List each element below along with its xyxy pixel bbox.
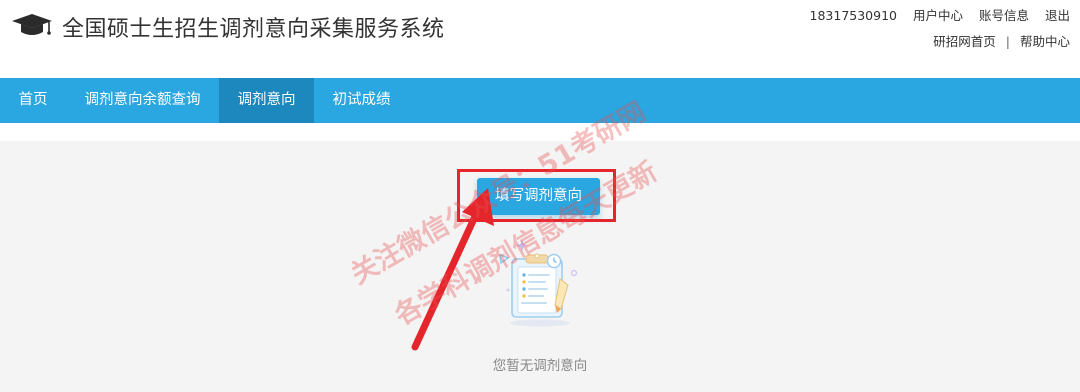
logout-link[interactable]: 退出 xyxy=(1045,8,1070,23)
fill-intention-button[interactable]: 填写调剂意向 xyxy=(477,178,600,215)
nav-item-initial-scores[interactable]: 初试成绩 xyxy=(314,78,409,123)
app-title: 全国硕士生招生调剂意向采集服务系统 xyxy=(62,17,445,42)
user-center-link[interactable]: 用户中心 xyxy=(913,8,963,23)
account-info-link[interactable]: 账号信息 xyxy=(979,8,1029,23)
main-nav: 首页 调剂意向余额查询 调剂意向 初试成绩 xyxy=(0,78,1080,123)
header: 全国硕士生招生调剂意向采集服务系统 18317530910 用户中心 账号信息 … xyxy=(0,0,1080,78)
top-right-links: 18317530910 用户中心 账号信息 退出 研招网首页 | 帮助中心 xyxy=(810,5,1070,50)
nav-item-home[interactable]: 首页 xyxy=(0,78,66,123)
clipboard-empty-icon xyxy=(499,239,578,327)
phone-number: 18317530910 xyxy=(809,8,897,23)
help-center-link[interactable]: 帮助中心 xyxy=(1020,34,1070,49)
graduation-cap-icon xyxy=(12,14,52,35)
nav-item-quota-query[interactable]: 调剂意向余额查询 xyxy=(66,78,219,123)
portal-home-link[interactable]: 研招网首页 xyxy=(933,34,996,49)
main-content: 填写调剂意向 您暂无调剂意向 xyxy=(0,141,1080,392)
empty-state-text: 您暂无调剂意向 xyxy=(492,358,588,374)
link-separator: | xyxy=(1005,34,1010,49)
nav-item-adjustment-intention[interactable]: 调剂意向 xyxy=(219,78,314,123)
